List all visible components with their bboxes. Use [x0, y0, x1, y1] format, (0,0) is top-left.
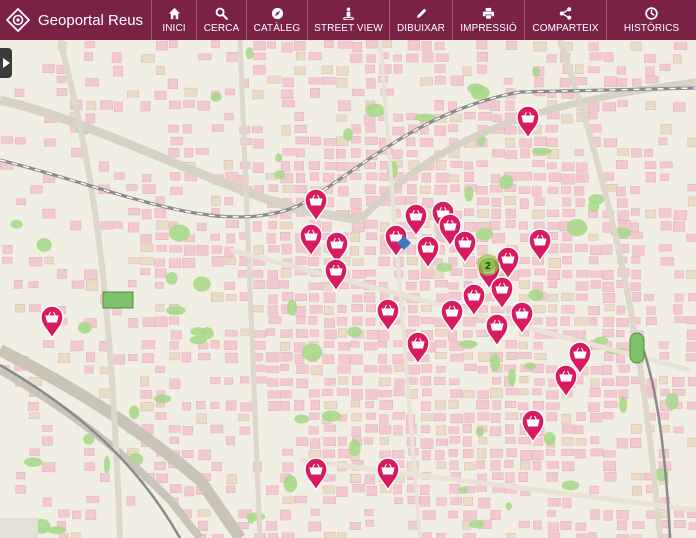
compass-icon [271, 7, 283, 19]
nav-dibuixar-label: DIBUIXAR [396, 22, 446, 34]
nav-inici-label: INICI [162, 22, 186, 34]
nav-cataleg-label: CATÀLEG [253, 22, 301, 34]
nav-street-view-label: STREET VIEW [314, 22, 383, 34]
nav-dibuixar-button[interactable]: DIBUIXAR [389, 0, 452, 40]
printer-icon [482, 7, 495, 19]
map-corner-control[interactable] [0, 518, 38, 538]
nav-cataleg-button[interactable]: CATÀLEG [246, 0, 307, 40]
nav-street-view-button[interactable]: STREET VIEW [307, 0, 389, 40]
chevron-right-icon [3, 58, 10, 68]
nav-cerca-label: CERCA [203, 22, 240, 34]
side-panel-toggle[interactable] [0, 48, 12, 78]
top-navigation-bar: Geoportal Reus INICI CERCA CATÀLEG STREE… [0, 0, 696, 40]
map-view[interactable]: 2 [0, 40, 696, 538]
pencil-icon [416, 8, 426, 18]
cluster-count: 2 [485, 261, 491, 272]
nav-comparteix-button[interactable]: COMPARTEIX [524, 0, 606, 40]
search-icon [215, 7, 228, 20]
brand[interactable]: Geoportal Reus [0, 0, 151, 40]
logo-icon [6, 8, 30, 32]
nav-impressio-label: IMPRESSIÓ [460, 22, 517, 34]
nav-historics-button[interactable]: HISTÒRICS [606, 0, 696, 40]
city-map[interactable]: 2 [0, 40, 696, 538]
share-icon [559, 6, 572, 20]
nav-impressio-button[interactable]: IMPRESSIÓ [452, 0, 524, 40]
app-title: Geoportal Reus [38, 11, 144, 29]
nav-historics-label: HISTÒRICS [623, 22, 680, 34]
nav-comparteix-label: COMPARTEIX [532, 22, 599, 34]
marker-cluster[interactable]: 2 [477, 254, 499, 276]
home-icon [168, 7, 180, 19]
nav-inici-button[interactable]: INICI [151, 0, 196, 40]
pegman-icon [342, 6, 355, 20]
nav-cerca-button[interactable]: CERCA [196, 0, 246, 40]
clock-icon [645, 6, 658, 20]
main-menu: INICI CERCA CATÀLEG STREET VIEW DIBUIXAR… [151, 0, 696, 40]
